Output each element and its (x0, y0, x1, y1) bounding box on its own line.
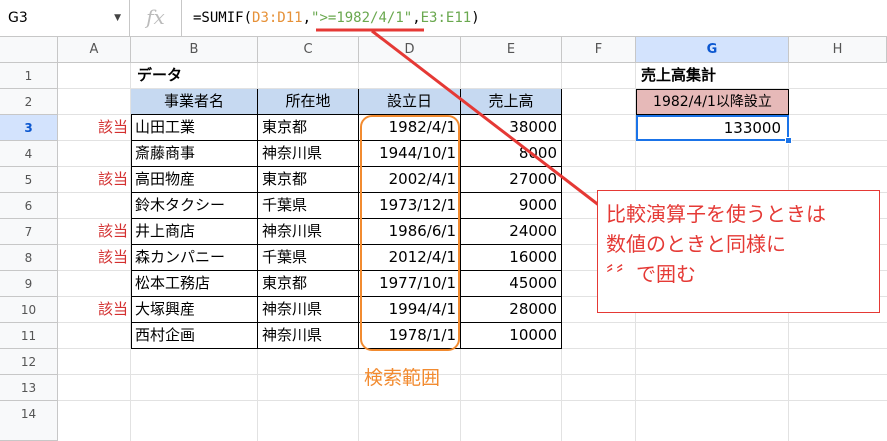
cell-sales[interactable]: 9000 (461, 193, 562, 219)
search-range-label: 検索範囲 (364, 367, 441, 389)
row-header-10[interactable]: 10 (0, 297, 58, 323)
match-mark: 該当 (97, 170, 128, 188)
row-header-8[interactable]: 8 (0, 245, 58, 271)
cell-name[interactable]: 高田物産 (131, 167, 258, 193)
match-mark: 該当 (97, 222, 128, 240)
header-cell-date[interactable]: 設立日 (359, 89, 461, 115)
row-header-6[interactable]: 6 (0, 193, 58, 219)
row-header-2[interactable]: 2 (0, 89, 58, 115)
cell-location[interactable]: 千葉県 (258, 245, 359, 271)
cell-sales[interactable]: 10000 (461, 323, 562, 349)
column-header-e[interactable]: E (461, 37, 562, 63)
formula-range: D3:D11 (252, 10, 303, 26)
match-mark: 該当 (97, 248, 128, 266)
callout-line: 〞〞で囲む (606, 262, 696, 286)
cell-date[interactable]: 1994/4/1 (359, 297, 461, 323)
cell-sales[interactable]: 45000 (461, 271, 562, 297)
column-header-g[interactable]: G (636, 37, 789, 63)
cell-sales[interactable]: 24000 (461, 219, 562, 245)
row-header-4[interactable]: 4 (0, 141, 58, 167)
column-header-h[interactable]: H (789, 37, 887, 63)
cell-location[interactable]: 神奈川県 (258, 141, 359, 167)
formula-comma: , (302, 10, 312, 26)
cell-name[interactable]: 森カンパニー (131, 245, 258, 271)
cell-name[interactable]: 井上商店 (131, 219, 258, 245)
cell-sales[interactable]: 8000 (461, 141, 562, 167)
row-header-1[interactable]: 1 (0, 63, 58, 89)
column-header-d[interactable]: D (359, 37, 461, 63)
column-header-a[interactable]: A (58, 37, 131, 63)
cell-location[interactable]: 東京都 (258, 271, 359, 297)
row-header-7[interactable]: 7 (0, 219, 58, 245)
formula-sum-range: E3:E11 (420, 10, 472, 26)
header-cell-name[interactable]: 事業者名 (131, 89, 258, 115)
match-mark: 該当 (97, 300, 128, 318)
gridline (58, 400, 887, 401)
cell-name[interactable]: 山田工業 (131, 115, 258, 141)
row-header-14[interactable]: 14 (0, 401, 58, 441)
select-all-corner[interactable] (0, 37, 58, 63)
cell-name[interactable]: 鈴木タクシー (131, 193, 258, 219)
match-mark: 該当 (97, 118, 128, 136)
row-header-5[interactable]: 5 (0, 167, 58, 193)
chevron-down-icon[interactable]: ▼ (114, 0, 121, 36)
cell-date[interactable]: 1977/10/1 (359, 271, 461, 297)
cell-location[interactable]: 神奈川県 (258, 219, 359, 245)
cell-date[interactable]: 1978/1/1 (359, 323, 461, 349)
formula-comma: , (412, 10, 421, 26)
data-title: データ (137, 66, 183, 84)
callout-line: 数値のときと同様に (606, 232, 786, 256)
gridline (58, 374, 887, 375)
header-cell-sales[interactable]: 売上高 (461, 89, 562, 115)
column-header-b[interactable]: B (131, 37, 258, 63)
cell-location[interactable]: 神奈川県 (258, 323, 359, 349)
cell-date[interactable]: 1973/12/1 (359, 193, 461, 219)
name-box[interactable]: G3 ▼ (0, 0, 130, 36)
row-header-12[interactable]: 12 (0, 349, 58, 375)
cell-date[interactable]: 2002/4/1 (359, 167, 461, 193)
cell-name[interactable]: 西村企画 (131, 323, 258, 349)
cell-location[interactable]: 千葉県 (258, 193, 359, 219)
formula-prefix: =SUMIF( (193, 10, 253, 26)
cell-location[interactable]: 東京都 (258, 167, 359, 193)
fx-icon: fx (130, 0, 182, 36)
cell-date[interactable]: 2012/4/1 (359, 245, 461, 271)
formula-suffix: ) (471, 10, 480, 26)
row-header-11[interactable]: 11 (0, 323, 58, 349)
cell-sales[interactable]: 16000 (461, 245, 562, 271)
row-header-9[interactable]: 9 (0, 271, 58, 297)
summary-label-cell[interactable]: 1982/4/1以降設立 (636, 89, 789, 115)
cell-date[interactable]: 1986/6/1 (359, 219, 461, 245)
cell-name[interactable]: 大塚興産 (131, 297, 258, 323)
callout-line: 比較演算子を使うときは (606, 202, 826, 226)
callout-box: 比較演算子を使うときは 数値のときと同様に 〞〞で囲む (597, 190, 880, 313)
cell-sales[interactable]: 28000 (461, 297, 562, 323)
formula-input[interactable]: =SUMIF(D3:D11,">=1982/4/1",E3:E11) (193, 0, 480, 36)
column-header-f[interactable]: F (562, 37, 636, 63)
fill-handle[interactable] (785, 137, 792, 144)
formula-criteria: ">=1982/4/1" (311, 10, 413, 26)
cell-name[interactable]: 松本工務店 (131, 271, 258, 297)
row-header-13[interactable]: 13 (0, 375, 58, 401)
cell-location[interactable]: 東京都 (258, 115, 359, 141)
cell-date[interactable]: 1944/10/1 (359, 141, 461, 167)
cell-name[interactable]: 斎藤商事 (131, 141, 258, 167)
header-cell-location[interactable]: 所在地 (258, 89, 359, 115)
summary-title: 売上高集計 (641, 66, 717, 84)
summary-value-cell[interactable]: 133000 (636, 115, 789, 141)
cell-date[interactable]: 1982/4/1 (359, 115, 461, 141)
cell-sales[interactable]: 27000 (461, 167, 562, 193)
name-box-value: G3 (8, 10, 28, 26)
cell-location[interactable]: 神奈川県 (258, 297, 359, 323)
row-header-3[interactable]: 3 (0, 115, 58, 141)
column-header-c[interactable]: C (258, 37, 359, 63)
cell-sales[interactable]: 38000 (461, 115, 562, 141)
